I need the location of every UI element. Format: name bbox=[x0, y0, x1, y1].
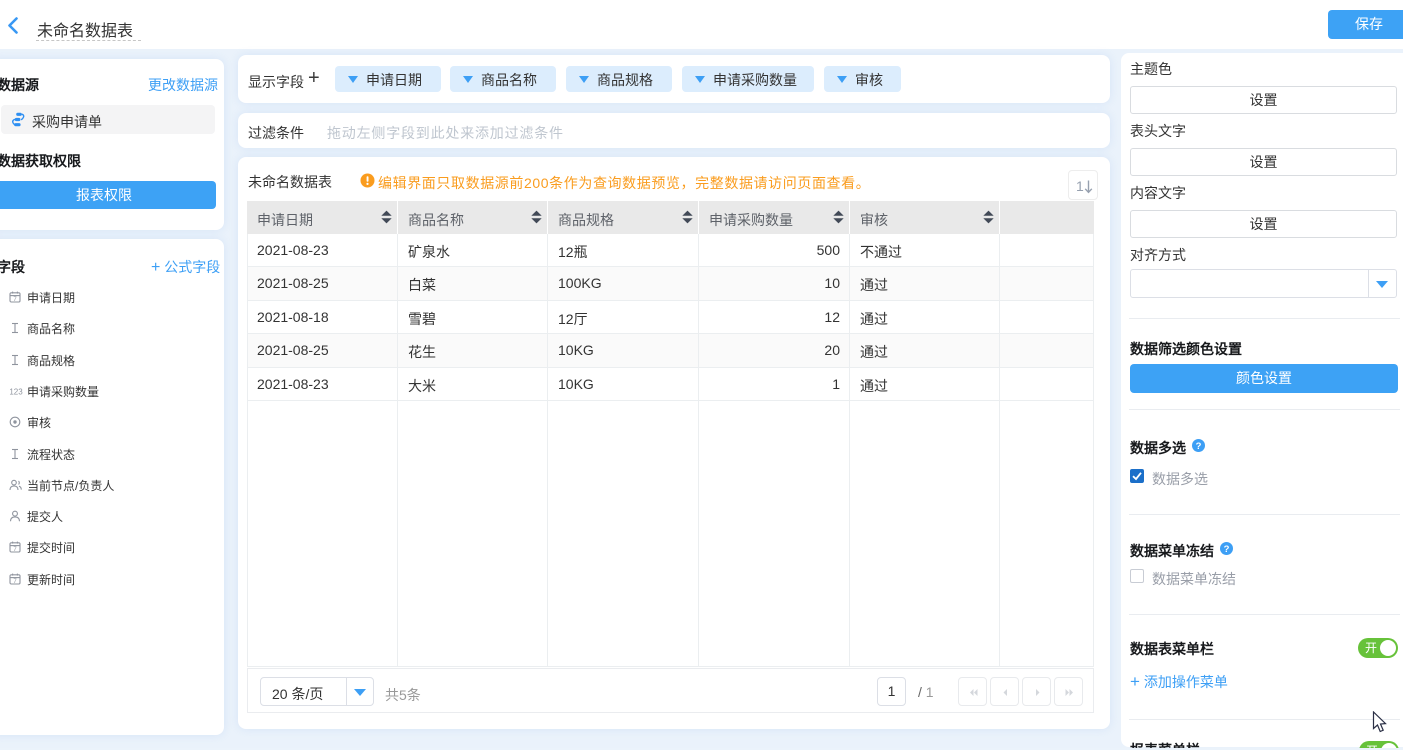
svg-text:123: 123 bbox=[9, 387, 23, 396]
